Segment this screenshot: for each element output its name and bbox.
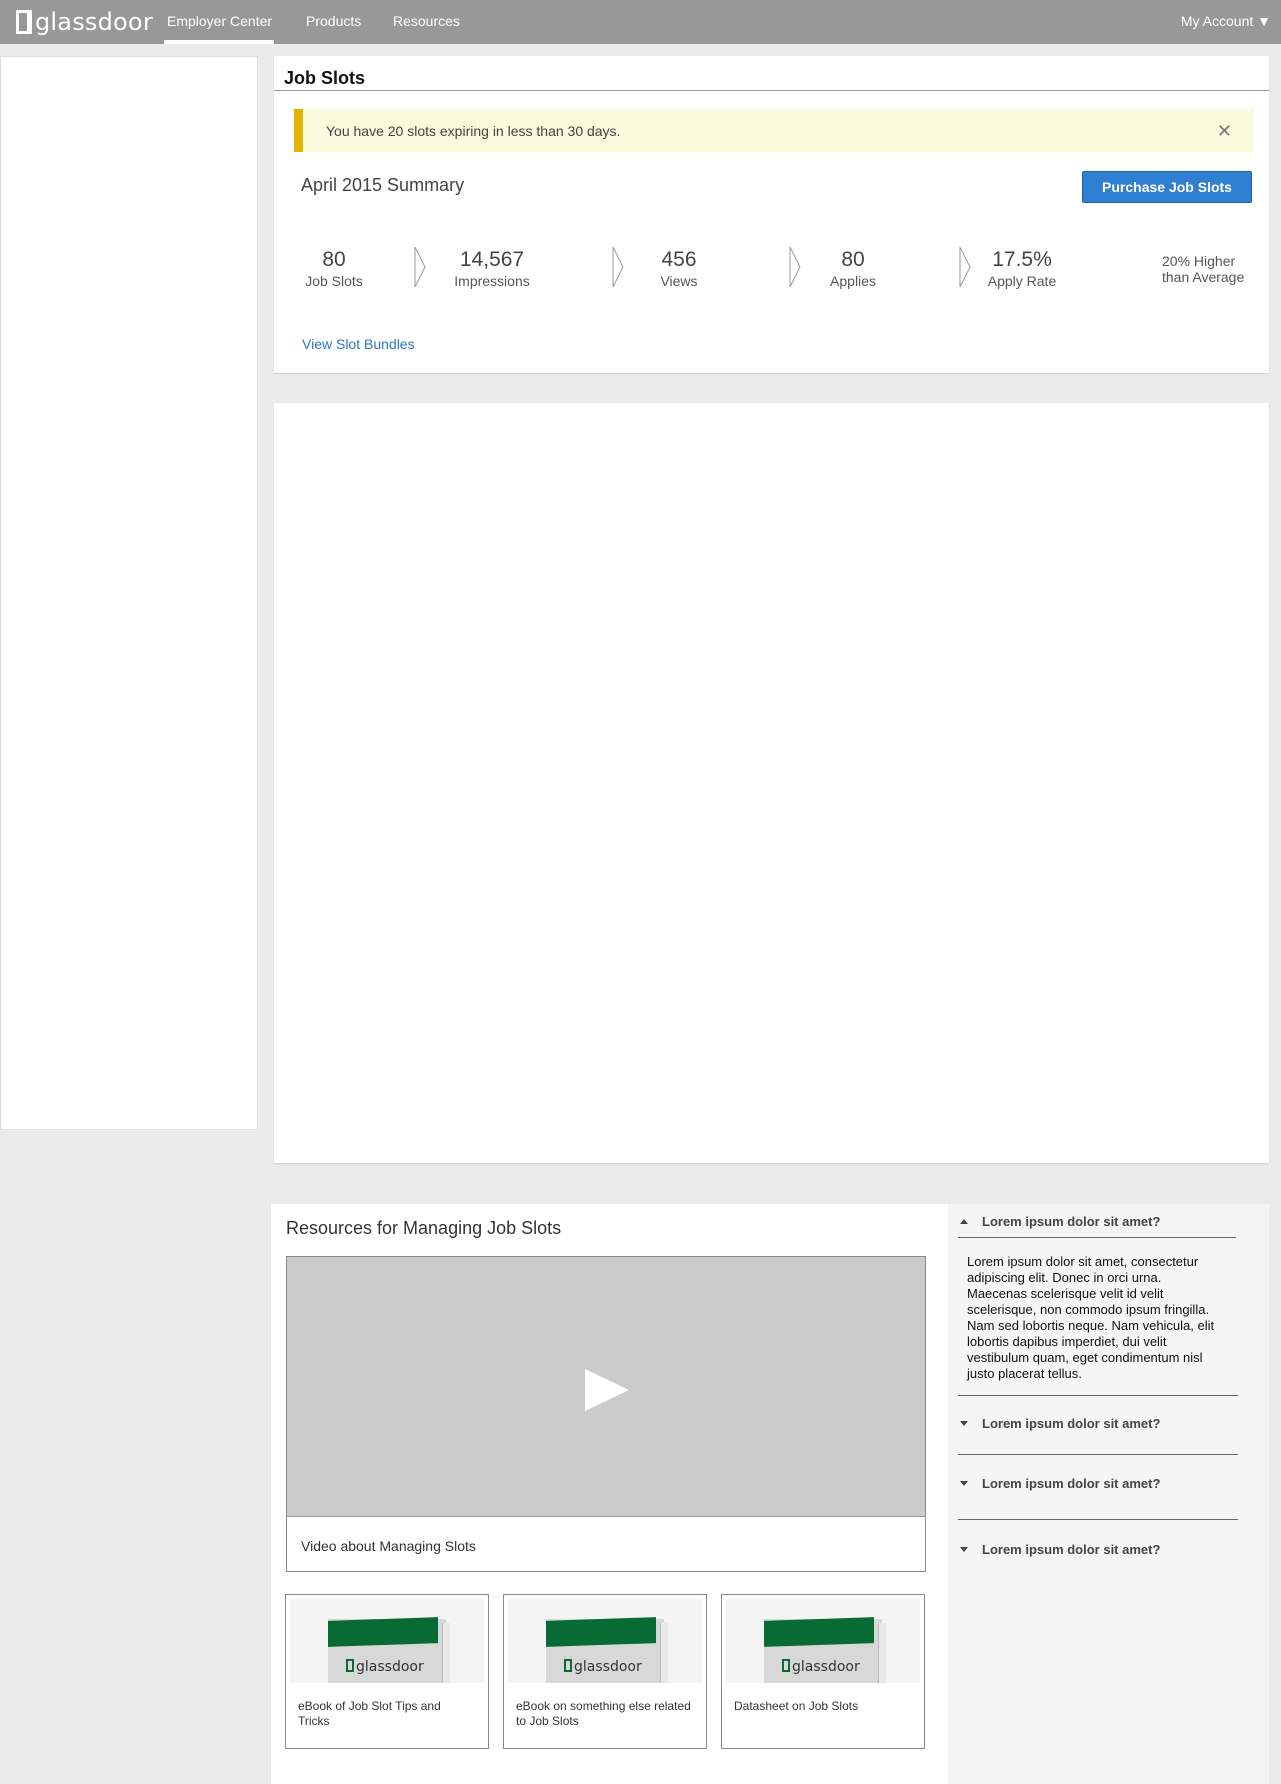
nav-products[interactable]: Products: [306, 13, 361, 29]
chevron-right-icon: [414, 246, 426, 288]
door-icon: [564, 1659, 572, 1672]
book-spine: [878, 1623, 886, 1683]
stat-label: Views: [660, 273, 698, 289]
ebook-label: Datasheet on Job Slots: [734, 1699, 859, 1713]
my-account-menu[interactable]: My Account ▼: [1181, 13, 1271, 29]
faq-item-2-header[interactable]: Lorem ipsum dolor sit amet?: [960, 1416, 1240, 1431]
faq-item-1-header[interactable]: Lorem ipsum dolor sit amet?: [960, 1214, 1240, 1229]
nav-employer-center[interactable]: Employer Center: [167, 13, 272, 29]
stat-impressions: 14,567 Impressions: [442, 248, 542, 289]
stat-value: 14,567: [459, 248, 525, 271]
comparison-line-1: 20% Higher: [1162, 253, 1236, 269]
faq-item-1-answer: Lorem ipsum dolor sit amet, consectetur …: [967, 1254, 1215, 1381]
ebook-card[interactable]: glassdoor eBook on something else relate…: [503, 1594, 707, 1749]
nav-resources[interactable]: Resources: [393, 13, 460, 29]
stat-job-slots: 80 Job Slots: [294, 248, 374, 289]
book-band: [764, 1617, 874, 1647]
caret-up-icon: [960, 1219, 968, 1224]
ebook-thumbnail: glassdoor: [726, 1599, 920, 1683]
book-spine: [442, 1623, 450, 1683]
divider: [958, 1237, 1236, 1238]
chevron-right-icon: [789, 246, 801, 288]
faq-item-4-header[interactable]: Lorem ipsum dolor sit amet?: [960, 1542, 1240, 1557]
book-logo: glassdoor: [564, 1659, 642, 1675]
view-slot-bundles-link[interactable]: View Slot Bundles: [302, 336, 415, 352]
logo-text: glassdoor: [35, 8, 153, 36]
book-logo: glassdoor: [346, 1659, 424, 1675]
ebook-card[interactable]: glassdoor eBook of Job Slot Tips and Tri…: [285, 1594, 489, 1749]
book-band: [546, 1617, 656, 1647]
glassdoor-logo[interactable]: glassdoor: [16, 8, 153, 36]
video-card[interactable]: Video about Managing Slots: [286, 1256, 926, 1572]
expiry-alert: You have 20 slots expiring in less than …: [294, 109, 1254, 152]
comparison-note: 20% Higher than Average: [1162, 253, 1244, 285]
divider: [274, 90, 1269, 91]
play-icon[interactable]: [585, 1369, 629, 1411]
caret-down-icon: [960, 1547, 968, 1552]
divider: [958, 1454, 1238, 1455]
comparison-line-2: than Average: [1162, 269, 1245, 285]
stat-value: 17.5%: [992, 248, 1052, 271]
stat-label: Applies: [830, 273, 876, 289]
ebook-thumbnail: glassdoor: [290, 1599, 484, 1683]
stat-value: 80: [322, 248, 346, 271]
divider: [958, 1395, 1238, 1396]
summary-title: April 2015 Summary: [301, 175, 465, 195]
stat-label: Job Slots: [305, 273, 363, 289]
job-slots-card: Job Slots You have 20 slots expiring in …: [274, 56, 1269, 373]
sidebar: [0, 56, 258, 1130]
ebook-card[interactable]: glassdoor Datasheet on Job Slots: [721, 1594, 925, 1749]
resources-section: Resources for Managing Job Slots Video a…: [271, 1204, 1269, 1784]
book-band: [328, 1617, 438, 1647]
top-nav: glassdoor Employer Center Products Resou…: [0, 0, 1281, 44]
ebook-thumbnail: glassdoor: [508, 1599, 702, 1683]
chevron-right-icon: [959, 246, 971, 288]
alert-message: You have 20 slots expiring in less than …: [326, 123, 621, 139]
close-icon[interactable]: ✕: [1217, 122, 1232, 140]
ebook-label: eBook of Job Slot Tips and Tricks: [298, 1699, 441, 1728]
door-icon: [782, 1659, 790, 1672]
resources-title: Resources for Managing Job Slots: [286, 1218, 562, 1238]
active-tab-indicator: [164, 40, 274, 44]
caret-down-icon: [960, 1481, 968, 1486]
faq-accordion: Lorem ipsum dolor sit amet? Lorem ipsum …: [948, 1204, 1269, 1784]
purchase-job-slots-button[interactable]: Purchase Job Slots: [1082, 171, 1252, 203]
chevron-right-icon: [612, 246, 624, 288]
door-icon: [346, 1659, 354, 1672]
book-logo: glassdoor: [782, 1659, 860, 1675]
caret-down-icon: [960, 1421, 968, 1426]
stat-views: 456 Views: [639, 248, 719, 289]
stat-value: 80: [841, 248, 865, 271]
stat-apply-rate: 17.5% Apply Rate: [982, 248, 1062, 289]
door-icon: [16, 10, 32, 34]
video-player[interactable]: [287, 1257, 925, 1517]
divider: [958, 1519, 1238, 1520]
faq-item-3-header[interactable]: Lorem ipsum dolor sit amet?: [960, 1476, 1240, 1491]
card-title: Job Slots: [284, 68, 366, 88]
stat-value: 456: [661, 248, 697, 271]
stat-applies: 80 Applies: [813, 248, 893, 289]
stat-label: Impressions: [454, 273, 530, 289]
ebook-label: eBook on something else related to Job S…: [516, 1699, 691, 1728]
content-panel: [274, 403, 1269, 1163]
stat-label: Apply Rate: [987, 273, 1057, 289]
video-caption: Video about Managing Slots: [301, 1538, 476, 1554]
book-spine: [660, 1623, 668, 1683]
